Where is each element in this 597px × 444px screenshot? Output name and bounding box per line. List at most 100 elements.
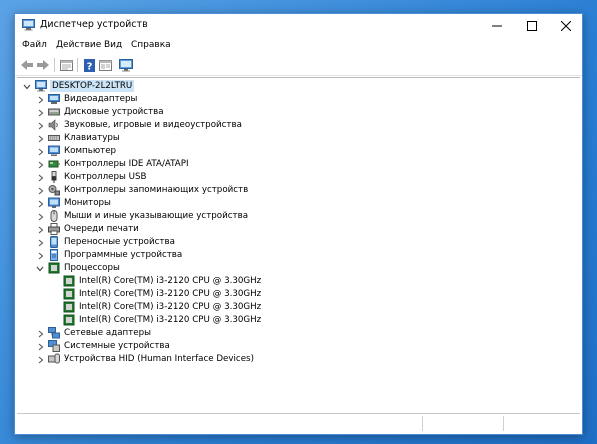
menu-help[interactable]: Справка xyxy=(131,40,171,50)
printer-icon xyxy=(48,223,60,235)
tree-category-system-devices[interactable]: Системные устройства xyxy=(17,340,557,353)
processor-icon xyxy=(63,314,75,326)
back-icon xyxy=(21,60,33,70)
tree-category-display-adapters[interactable]: Видеоадаптеры xyxy=(17,93,557,106)
chevron-down-icon[interactable] xyxy=(35,263,44,274)
category-label: Системные устройства xyxy=(64,341,170,351)
display-adapter-icon xyxy=(48,94,60,104)
toolbar: ? xyxy=(15,55,582,76)
forward-button[interactable] xyxy=(35,57,51,73)
menu-bar: Файл Действие Вид Справка xyxy=(15,37,582,55)
scan-hardware-button[interactable] xyxy=(118,57,134,73)
chevron-right-icon[interactable] xyxy=(36,198,45,209)
computer-icon xyxy=(35,80,47,92)
tree-category-usb[interactable]: Контроллеры USB xyxy=(17,171,557,184)
svg-text:?: ? xyxy=(86,61,92,72)
status-bar xyxy=(17,413,580,433)
system-device-icon xyxy=(48,340,60,352)
software-device-icon xyxy=(50,249,58,261)
category-label: Программные устройства xyxy=(64,250,183,260)
category-label: Звуковые, игровые и видеоустройства xyxy=(64,120,242,130)
chevron-right-icon[interactable] xyxy=(36,211,45,222)
usb-icon xyxy=(51,171,57,183)
minimize-button[interactable] xyxy=(479,14,514,37)
tree-category-monitors[interactable]: Мониторы xyxy=(17,197,557,210)
forward-icon xyxy=(37,60,49,70)
category-label: Мониторы xyxy=(64,198,111,208)
view-icon xyxy=(98,59,112,71)
chevron-right-icon[interactable] xyxy=(36,224,45,235)
window-title: Диспетчер устройств xyxy=(40,19,148,30)
device-label: Intel(R) Core(TM) i3-2120 CPU @ 3.30GHz xyxy=(79,276,262,286)
chevron-down-icon[interactable] xyxy=(22,81,31,92)
tree-category-storage-controllers[interactable]: Контроллеры запоминающих устройств xyxy=(17,184,557,197)
chevron-right-icon[interactable] xyxy=(36,107,45,118)
tree-category-portable-devices[interactable]: Переносные устройства xyxy=(17,236,557,249)
tree-category-sound[interactable]: Звуковые, игровые и видеоустройства xyxy=(17,119,557,132)
menu-action[interactable]: Действие xyxy=(56,40,101,50)
tree-category-network-adapters[interactable]: Сетевые адаптеры xyxy=(17,327,557,340)
view-button[interactable] xyxy=(97,57,113,73)
category-label: Контроллеры USB xyxy=(64,172,147,182)
processor-icon xyxy=(63,288,75,300)
maximize-button[interactable] xyxy=(514,14,549,37)
minimize-icon xyxy=(491,25,502,26)
help-button[interactable]: ? xyxy=(81,57,97,73)
menu-view[interactable]: Вид xyxy=(104,40,122,50)
tree-category-mice[interactable]: Мыши и иные указывающие устройства xyxy=(17,210,557,223)
properties-icon xyxy=(59,59,73,71)
sound-icon xyxy=(48,119,58,131)
disk-drive-icon xyxy=(48,108,60,116)
device-manager-window: Диспетчер устройств Файл Действие Вид Сп… xyxy=(14,13,583,435)
tree-device-cpu-4[interactable]: Intel(R) Core(TM) i3-2120 CPU @ 3.30GHz xyxy=(17,314,557,327)
tree-root[interactable]: DESKTOP-2L2LTRU xyxy=(17,80,557,93)
tree-device-cpu-1[interactable]: Intel(R) Core(TM) i3-2120 CPU @ 3.30GHz xyxy=(17,275,557,288)
category-label: Контроллеры запоминающих устройств xyxy=(64,185,249,195)
chevron-right-icon[interactable] xyxy=(36,354,45,365)
category-label: Сетевые адаптеры xyxy=(64,328,152,338)
tree-device-cpu-3[interactable]: Intel(R) Core(TM) i3-2120 CPU @ 3.30GHz xyxy=(17,301,557,314)
tree-category-disk-drives[interactable]: Дисковые устройства xyxy=(17,106,557,119)
properties-button[interactable] xyxy=(58,57,74,73)
status-separator xyxy=(422,416,423,431)
chevron-right-icon[interactable] xyxy=(36,159,45,170)
chevron-right-icon[interactable] xyxy=(36,237,45,248)
close-icon xyxy=(560,20,571,31)
tree-category-computer[interactable]: Компьютер xyxy=(17,145,557,158)
close-button[interactable] xyxy=(548,14,583,37)
chevron-right-icon[interactable] xyxy=(36,94,45,105)
tree-category-hid[interactable]: Устройства HID (Human Interface Devices) xyxy=(17,353,557,366)
tree-device-cpu-2[interactable]: Intel(R) Core(TM) i3-2120 CPU @ 3.30GHz xyxy=(17,288,557,301)
chevron-right-icon[interactable] xyxy=(36,185,45,196)
computer-icon xyxy=(48,145,60,156)
tree-category-processors[interactable]: Процессоры xyxy=(17,262,557,275)
chevron-right-icon[interactable] xyxy=(36,146,45,157)
ide-controller-icon xyxy=(48,160,60,168)
chevron-right-icon[interactable] xyxy=(36,133,45,144)
tree-category-ide[interactable]: Контроллеры IDE ATA/ATAPI xyxy=(17,158,557,171)
chevron-right-icon[interactable] xyxy=(36,120,45,131)
category-label: Видеоадаптеры xyxy=(64,94,138,104)
chevron-right-icon[interactable] xyxy=(36,250,45,261)
tree-root-label: DESKTOP-2L2LTRU xyxy=(50,80,135,92)
category-label: Клавиатуры xyxy=(64,133,120,143)
tree-category-software-devices[interactable]: Программные устройства xyxy=(17,249,557,262)
processor-icon xyxy=(63,301,75,313)
mouse-icon xyxy=(50,210,58,222)
category-label: Компьютер xyxy=(64,146,117,156)
title-bar[interactable]: Диспетчер устройств xyxy=(15,14,582,37)
device-manager-icon xyxy=(22,19,35,31)
monitor-icon xyxy=(48,197,60,208)
network-adapter-icon xyxy=(48,327,60,339)
category-label: Устройства HID (Human Interface Devices) xyxy=(64,354,254,364)
storage-controller-icon xyxy=(48,185,60,196)
menu-file[interactable]: Файл xyxy=(22,40,47,50)
tree-category-keyboards[interactable]: Клавиатуры xyxy=(17,132,557,145)
back-button[interactable] xyxy=(19,57,35,73)
chevron-right-icon[interactable] xyxy=(36,341,45,352)
device-tree[interactable]: DESKTOP-2L2LTRU Видеоадаптеры Дисковые у… xyxy=(17,77,580,413)
chevron-right-icon[interactable] xyxy=(36,328,45,339)
device-label: Intel(R) Core(TM) i3-2120 CPU @ 3.30GHz xyxy=(79,315,262,325)
tree-category-print-queues[interactable]: Очереди печати xyxy=(17,223,557,236)
chevron-right-icon[interactable] xyxy=(36,172,45,183)
